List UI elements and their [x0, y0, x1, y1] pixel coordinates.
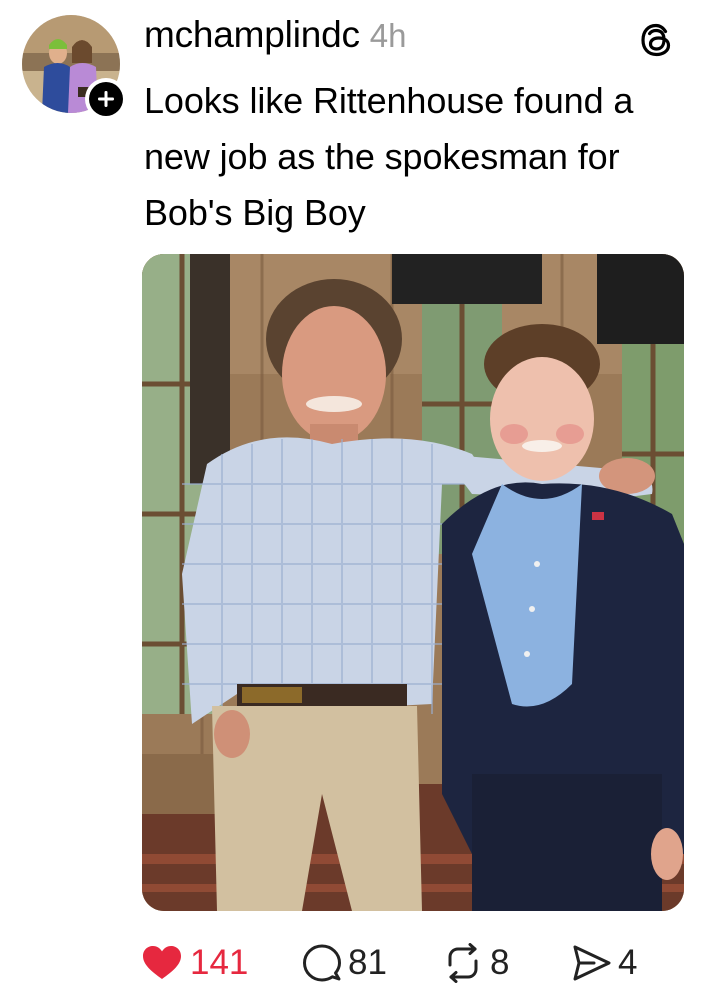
- post-image[interactable]: [142, 254, 684, 911]
- follow-button[interactable]: [85, 78, 127, 120]
- share-button[interactable]: 4: [572, 938, 637, 988]
- threads-logo-icon[interactable]: [637, 20, 677, 60]
- plus-icon: [98, 91, 114, 107]
- comment-count: 81: [348, 943, 387, 982]
- heart-icon: [143, 946, 181, 979]
- repost-button[interactable]: 8: [442, 938, 509, 988]
- post-photo: [142, 254, 684, 911]
- share-count: 4: [618, 943, 638, 982]
- comment-button[interactable]: 81: [302, 938, 387, 988]
- timestamp: 4h: [369, 17, 407, 54]
- like-button[interactable]: 141: [142, 938, 248, 988]
- username[interactable]: mchamplindc: [144, 14, 360, 56]
- post-header: mchamplindc 4h: [144, 14, 407, 62]
- action-bar: 141 81 8 4: [142, 938, 662, 988]
- post-text: Looks like Rittenhouse found a new job a…: [144, 80, 634, 233]
- repost-icon: [448, 943, 478, 983]
- send-icon: [573, 945, 611, 981]
- speech-bubble-icon: [303, 944, 341, 982]
- repost-count: 8: [490, 943, 510, 982]
- like-count: 141: [190, 943, 249, 982]
